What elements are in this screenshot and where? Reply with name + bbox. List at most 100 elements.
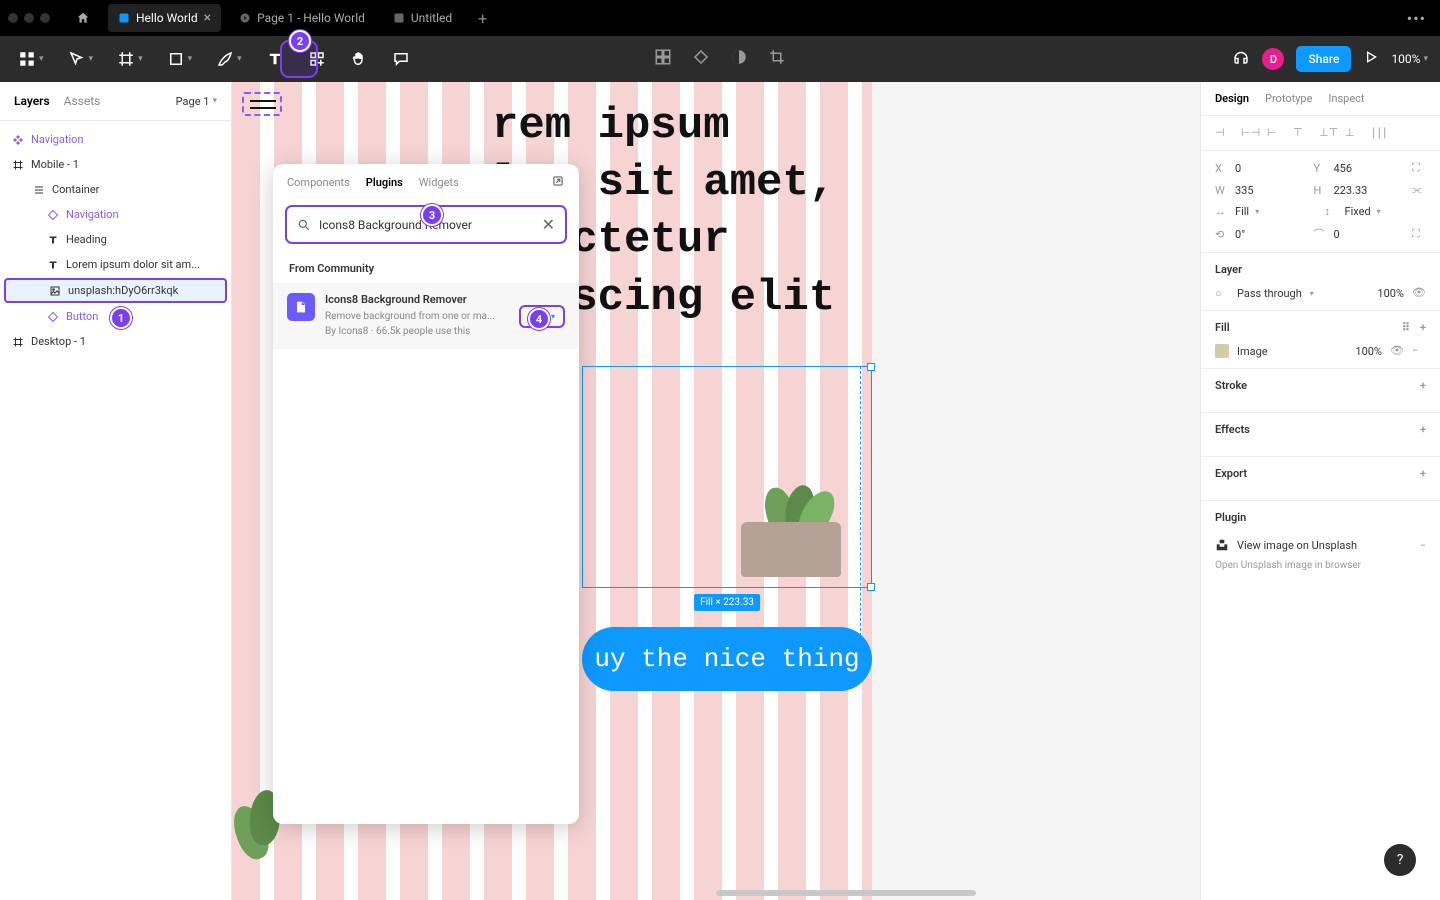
unsplash-icon xyxy=(1215,538,1229,552)
cta-button[interactable]: uy the nice thing xyxy=(582,627,872,691)
headphones-icon[interactable] xyxy=(1232,48,1250,70)
align-hcenter-icon[interactable]: ⊢⊣ xyxy=(1241,126,1257,140)
resources-popup: Components Plugins Widgets ✕ 3 From Comm… xyxy=(273,164,579,824)
rotation-value[interactable]: 0° xyxy=(1235,228,1245,241)
present-icon[interactable] xyxy=(1363,49,1379,69)
plugin-section: Plugin View image on Unsplash − Open Uns… xyxy=(1201,501,1440,581)
file-tab-3[interactable]: Untitled xyxy=(383,5,462,31)
fill-swatch[interactable] xyxy=(1215,344,1229,358)
crop-icon[interactable] xyxy=(768,48,786,70)
remove-fill-icon[interactable]: − xyxy=(1412,344,1426,358)
callout-badge: 1 xyxy=(110,307,132,329)
radius-expand-icon[interactable]: ⛶ xyxy=(1412,227,1426,241)
size-badge: Fill × 223.33 xyxy=(694,594,760,611)
distribute-icon[interactable]: ∣∣∣ xyxy=(1371,126,1387,140)
assets-tab[interactable]: Assets xyxy=(64,92,101,110)
popout-icon[interactable] xyxy=(551,174,565,191)
comment-tool[interactable] xyxy=(386,44,416,74)
file-tab-1[interactable]: Hello World × xyxy=(108,4,221,32)
layer-container[interactable]: Container xyxy=(0,177,231,202)
community-label: From Community xyxy=(273,254,579,283)
style-icon[interactable]: ⠿ xyxy=(1402,321,1410,334)
add-tab-button[interactable]: + xyxy=(470,5,495,32)
resize-v[interactable]: Fixed xyxy=(1345,205,1371,218)
y-value[interactable]: 456 xyxy=(1334,162,1353,175)
tab-components[interactable]: Components xyxy=(287,176,350,189)
plugin-link[interactable]: View image on Unsplash − xyxy=(1215,534,1426,556)
clear-icon[interactable]: ✕ xyxy=(542,215,555,234)
w-value[interactable]: 335 xyxy=(1235,184,1254,197)
file-tab-2[interactable]: Page 1 - Hello World xyxy=(229,5,375,31)
pen-tool[interactable]: ▾ xyxy=(210,44,248,74)
tab-inspect[interactable]: Inspect xyxy=(1328,92,1364,105)
h-value[interactable]: 223.33 xyxy=(1334,184,1368,197)
tab-label: Untitled xyxy=(411,11,452,25)
transform-section: X0 Y456 ⛶ W335 H223.33 ⫘ ↔Fill▾ ↕Fixed▾ … xyxy=(1201,151,1440,253)
radius-value[interactable]: 0 xyxy=(1334,228,1340,241)
fill-opacity[interactable]: 100% xyxy=(1355,345,1382,358)
selected-image[interactable]: Fill × 223.33 xyxy=(582,366,872,588)
align-top-icon[interactable]: ⊤ xyxy=(1293,126,1309,140)
layer-lorem[interactable]: Lorem ipsum dolor sit am... xyxy=(0,252,231,277)
mask-icon[interactable] xyxy=(692,48,710,70)
add-fill-icon[interactable]: + xyxy=(1420,321,1426,334)
layer-section: Layer ○ Pass through▾ 100% 👁 xyxy=(1201,253,1440,311)
visibility-icon[interactable]: 👁 xyxy=(1412,286,1426,300)
tab-prototype[interactable]: Prototype xyxy=(1265,92,1312,105)
x-value[interactable]: 0 xyxy=(1235,162,1241,175)
help-button[interactable]: ? xyxy=(1384,844,1416,876)
tab-plugins[interactable]: Plugins xyxy=(366,176,403,189)
layer-navigation[interactable]: Navigation xyxy=(0,127,231,152)
boolean-icon[interactable] xyxy=(730,48,748,70)
shape-tool[interactable]: ▾ xyxy=(161,44,199,74)
zoom-level[interactable]: 100%▾ xyxy=(1391,52,1428,66)
left-panel-header: Layers Assets Page 1▾ xyxy=(0,82,231,121)
home-tab[interactable] xyxy=(66,5,100,31)
avatar[interactable]: D xyxy=(1262,48,1284,70)
window-controls[interactable] xyxy=(8,13,50,23)
tab-design[interactable]: Design xyxy=(1215,92,1249,105)
main-menu[interactable]: ▾ xyxy=(12,44,50,74)
page-selector[interactable]: Page 1▾ xyxy=(176,95,217,108)
plugin-text: Icons8 Background Remover Remove backgro… xyxy=(325,293,509,339)
layer-opacity[interactable]: 100% xyxy=(1377,287,1404,300)
layer-desktop[interactable]: Desktop - 1 xyxy=(0,329,231,354)
component-icon[interactable] xyxy=(654,48,672,70)
canvas-scrollbar[interactable] xyxy=(716,890,976,896)
constrain-icon[interactable]: ⫘ xyxy=(1412,183,1426,197)
blend-mode[interactable]: Pass through xyxy=(1237,287,1302,300)
more-icon[interactable]: ••• xyxy=(1401,9,1432,28)
fill-type[interactable]: Image xyxy=(1237,345,1268,358)
remove-plugin-icon[interactable]: − xyxy=(1420,539,1426,552)
layer-heading[interactable]: Heading xyxy=(0,227,231,252)
close-icon[interactable]: × xyxy=(204,10,211,26)
resize-h[interactable]: Fill xyxy=(1235,205,1249,218)
add-export-icon[interactable]: + xyxy=(1420,467,1426,480)
layer-image-selected[interactable]: unsplash:hDyO6rr3kqk xyxy=(4,278,227,303)
move-tool[interactable]: ▾ xyxy=(62,44,100,74)
align-tools: ⊣ ⊢⊣ ⊢ ⊤ ⊥⊤ ⊥ ∣∣∣ xyxy=(1201,116,1440,151)
align-vcenter-icon[interactable]: ⊥⊤ xyxy=(1319,126,1335,140)
tab-widgets[interactable]: Widgets xyxy=(419,176,459,189)
align-frame-icon[interactable]: ⛶ xyxy=(1412,161,1426,175)
layers-tab[interactable]: Layers xyxy=(14,92,50,110)
callout-badge: 3 xyxy=(421,204,443,226)
plugin-icon xyxy=(287,293,315,321)
search-icon xyxy=(297,218,311,232)
right-panel: Design Prototype Inspect ⊣ ⊢⊣ ⊢ ⊤ ⊥⊤ ⊥ ∣… xyxy=(1200,82,1440,900)
align-left-icon[interactable]: ⊣ xyxy=(1215,126,1231,140)
hand-tool[interactable] xyxy=(344,44,374,74)
visibility-icon[interactable]: 👁 xyxy=(1390,344,1404,358)
guide-line xyxy=(860,366,861,646)
frame-tool[interactable]: ▾ xyxy=(111,44,149,74)
nav-instance-outline xyxy=(242,92,282,116)
layer-mobile[interactable]: Mobile - 1 xyxy=(0,152,231,177)
toolbar: ▾ ▾ ▾ ▾ ▾ D Share 100%▾ xyxy=(0,36,1440,82)
add-stroke-icon[interactable]: + xyxy=(1420,379,1426,392)
layer-nav-instance[interactable]: Navigation xyxy=(0,202,231,227)
add-effect-icon[interactable]: + xyxy=(1420,423,1426,436)
share-button[interactable]: Share xyxy=(1296,46,1351,72)
align-bottom-icon[interactable]: ⊥ xyxy=(1345,126,1361,140)
align-right-icon[interactable]: ⊢ xyxy=(1267,126,1283,140)
left-panel: Layers Assets Page 1▾ Navigation Mobile … xyxy=(0,82,232,900)
